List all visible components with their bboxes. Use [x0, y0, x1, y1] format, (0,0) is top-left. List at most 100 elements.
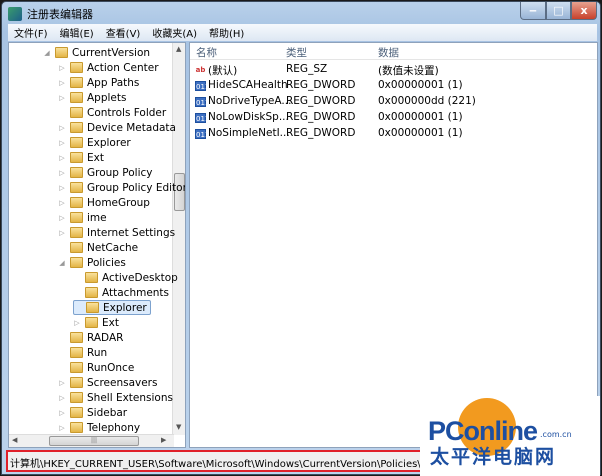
tree-item[interactable]: ▷ Internet Settings: [58, 225, 178, 240]
close-button[interactable]: x: [571, 2, 597, 20]
tree-item-label: Screensavers: [87, 376, 158, 389]
tree-item-label: Policies: [87, 256, 126, 269]
value-data: 0x000000dd (221): [378, 95, 476, 107]
tree-item[interactable]: ▷ Applets: [58, 90, 129, 105]
expand-arrow-icon[interactable]: ▷: [58, 124, 66, 132]
tree-item[interactable]: ▷ Explorer: [58, 135, 134, 150]
expand-arrow-icon[interactable]: ▷: [58, 379, 66, 387]
tree-item[interactable]: NetCache: [58, 240, 141, 255]
folder-icon: [70, 347, 83, 358]
expand-arrow-icon[interactable]: ▷: [58, 229, 66, 237]
tree-item[interactable]: ▷ Telephony: [58, 420, 143, 435]
tree-item-label: ActiveDesktop: [102, 271, 178, 284]
menu-help[interactable]: 帮助(H): [209, 25, 244, 40]
tree-item-label: Telephony: [87, 421, 141, 434]
tree-item[interactable]: ▷ ime: [58, 210, 110, 225]
tree-item-label: Explorer: [87, 136, 131, 149]
expand-arrow-icon[interactable]: ◢: [43, 49, 51, 57]
column-type[interactable]: 类型: [286, 45, 307, 60]
tree-item[interactable]: RADAR: [58, 330, 126, 345]
menu-file[interactable]: 文件(F): [14, 25, 48, 40]
tree-item[interactable]: Explorer: [73, 300, 151, 315]
tree-item-label: Action Center: [87, 61, 159, 74]
value-name: HideSCAHealth: [208, 79, 288, 91]
menu-edit[interactable]: 编辑(E): [60, 25, 94, 40]
folder-icon: [70, 77, 83, 88]
tree-item[interactable]: ▷ Shell Extensions: [58, 390, 176, 405]
h-scroll-thumb[interactable]: |||: [49, 436, 139, 446]
dword-value-icon: 011: [195, 97, 210, 107]
tree-item[interactable]: ▷ Action Center: [58, 60, 162, 75]
tree-item[interactable]: ▷ App Paths: [58, 75, 142, 90]
tree-item[interactable]: ▷ HomeGroup: [58, 195, 153, 210]
menu-view[interactable]: 查看(V): [106, 25, 141, 40]
folder-icon: [70, 362, 83, 373]
maximize-button[interactable]: □: [546, 2, 571, 20]
expand-arrow-icon[interactable]: ▷: [58, 64, 66, 72]
tree-item-label: Internet Settings: [87, 226, 176, 239]
value-name: NoLowDiskSp...: [208, 111, 289, 123]
tree-horizontal-scrollbar[interactable]: ◀ ||| ▶: [9, 434, 174, 447]
folder-icon: [70, 377, 83, 388]
value-row[interactable]: 011 NoDriveTypeA... REG_DWORD 0x000000dd (2…: [190, 94, 597, 110]
minimize-button[interactable]: ‒: [520, 2, 546, 20]
values-list: 名称 类型 数据 ab (默认) REG_SZ (数值未设置) 011 HideSCAHe…: [189, 42, 598, 448]
tree-item[interactable]: ▷ Device Metadata: [58, 120, 179, 135]
tree-item-label: Device Metadata: [87, 121, 176, 134]
expand-arrow-icon[interactable]: ▷: [58, 169, 66, 177]
title-bar: 注册表编辑器: [8, 4, 93, 24]
menu-bar: 文件(F) 编辑(E) 查看(V) 收藏夹(A) 帮助(H): [8, 24, 597, 41]
expand-arrow-icon[interactable]: ▷: [58, 199, 66, 207]
tree-item[interactable]: ActiveDesktop: [73, 270, 181, 285]
folder-icon: [70, 152, 83, 163]
value-row[interactable]: 011 NoLowDiskSp... REG_DWORD 0x00000001 (1): [190, 110, 597, 126]
expand-arrow-icon[interactable]: ▷: [58, 154, 66, 162]
folder-icon: [70, 392, 83, 403]
tree-item[interactable]: ▷ Ext: [58, 150, 107, 165]
column-data[interactable]: 数据: [378, 45, 399, 60]
expand-arrow-icon[interactable]: ▷: [58, 424, 66, 432]
tree-item-label: Explorer: [103, 301, 147, 314]
string-value-icon: ab: [195, 66, 206, 74]
expand-arrow-icon[interactable]: ◢: [58, 259, 66, 267]
tree-item[interactable]: ◢ Policies: [58, 255, 129, 270]
folder-icon: [70, 122, 83, 133]
expand-arrow-icon[interactable]: ▷: [58, 409, 66, 417]
value-data: 0x00000001 (1): [378, 111, 463, 123]
column-name[interactable]: 名称: [196, 45, 217, 60]
expand-arrow-icon[interactable]: ▷: [58, 184, 66, 192]
value-name: NoDriveTypeA...: [208, 95, 292, 107]
tree-item[interactable]: ▷ Screensavers: [58, 375, 160, 390]
value-type: REG_SZ: [286, 63, 328, 75]
expand-arrow-icon[interactable]: ▷: [73, 319, 81, 327]
expand-arrow-icon[interactable]: ▷: [58, 214, 66, 222]
menu-favorites[interactable]: 收藏夹(A): [152, 25, 197, 40]
tree-item[interactable]: Attachments: [73, 285, 172, 300]
value-row[interactable]: 011 NoSimpleNetI... REG_DWORD 0x00000001 (1…: [190, 126, 597, 142]
expand-arrow-icon[interactable]: ▷: [58, 79, 66, 87]
tree-item[interactable]: ▷ Sidebar: [58, 405, 130, 420]
tree-item[interactable]: Run: [58, 345, 110, 360]
tree-item[interactable]: ▷ Group Policy: [58, 165, 156, 180]
value-row[interactable]: 011 HideSCAHealth REG_DWORD 0x00000001 (1): [190, 78, 597, 94]
tree-item[interactable]: ◢ CurrentVersion: [43, 45, 153, 60]
expand-arrow-icon[interactable]: ▷: [58, 94, 66, 102]
folder-icon: [70, 62, 83, 73]
dword-value-icon: 011: [195, 81, 210, 91]
tree-item[interactable]: ▷ Ext: [73, 315, 122, 330]
value-data: 0x00000001 (1): [378, 79, 463, 91]
tree-item-label: Controls Folder: [87, 106, 167, 119]
tree-item[interactable]: Controls Folder: [58, 105, 169, 120]
value-type: REG_DWORD: [286, 127, 356, 139]
tree-item-label: Sidebar: [87, 406, 128, 419]
expand-arrow-icon[interactable]: ▷: [58, 139, 66, 147]
value-type: REG_DWORD: [286, 111, 356, 123]
folder-icon: [70, 212, 83, 223]
value-row[interactable]: ab (默认) REG_SZ (数值未设置): [190, 62, 597, 78]
tree-item[interactable]: RunOnce: [58, 360, 137, 375]
tree-item[interactable]: ▷ Group Policy Editor: [58, 180, 185, 195]
folder-icon: [70, 257, 83, 268]
tree-item-label: Attachments: [102, 286, 170, 299]
folder-icon: [85, 317, 98, 328]
expand-arrow-icon[interactable]: ▷: [58, 394, 66, 402]
